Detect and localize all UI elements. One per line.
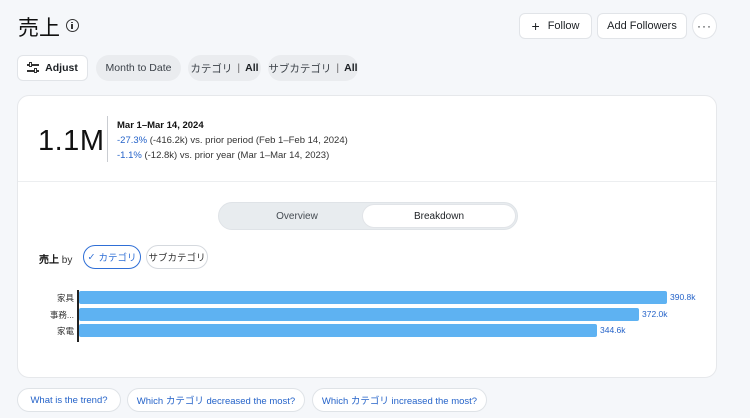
bar-mark[interactable] [79,324,597,337]
category-filter-separator: | [237,62,241,74]
card-divider [18,181,716,182]
category-filter-value: All [245,62,259,74]
kpi-prior-year: -1.1% (-12.8k) vs. prior year (Mar 1–Mar… [117,148,348,163]
page-title: 売上 [18,17,60,40]
bar-category-label: 事務... [49,310,74,320]
date-range-filter[interactable]: Month to Date [96,55,181,81]
filter-bar: Adjust Month to Date カテゴリ | All サブカテゴリ |… [0,55,750,83]
bar-value-label: 344.6k [600,325,626,335]
bar-value-label: 372.0k [642,309,668,319]
page-header: 売上 + Follow Add Followers ··· [0,0,750,52]
prior-period-pct: -27.3% [117,135,148,146]
kpi-divider [107,116,108,162]
prior-year-pct: -1.1% [117,150,142,161]
metric-card: 1.1M Mar 1–Mar 14, 2024 -27.3% (-416.2k)… [17,95,717,378]
view-toggle: Overview Breakdown [218,202,518,230]
follow-button[interactable]: + Follow [519,13,592,39]
breakdown-bar-chart: 家具 390.8k 事務... 372.0k 家電 344.6k [38,288,718,346]
breakdown-metric: 売上 [39,255,59,266]
tab-breakdown[interactable]: Breakdown [363,205,515,227]
suggestion-chip-increased[interactable]: Which カテゴリ increased the most? [312,388,487,412]
adjust-label: Adjust [45,62,78,74]
sliders-icon [27,62,40,73]
prior-period-text: (-416.2k) vs. prior period (Feb 1–Feb 14… [149,135,348,146]
add-followers-button[interactable]: Add Followers [597,13,687,39]
plus-icon: + [531,18,540,34]
dimension-category-button[interactable]: ✓ カテゴリ [83,245,141,269]
suggested-questions: What is the trend? Which カテゴリ decreased … [17,388,717,412]
suggestion-chip-trend[interactable]: What is the trend? [17,388,121,412]
category-filter-name: カテゴリ [190,62,233,75]
dimension-subcategory-button[interactable]: サブカテゴリ [146,245,208,269]
subcategory-filter-value: All [344,62,358,74]
kpi-comparison: Mar 1–Mar 14, 2024 -27.3% (-416.2k) vs. … [117,118,348,163]
check-icon: ✓ [87,251,96,263]
suggestion-chip-decreased[interactable]: Which カテゴリ decreased the most? [127,388,305,412]
bar-category-label: 家具 [56,293,74,303]
info-icon[interactable] [66,19,79,32]
bar-mark[interactable] [79,291,667,304]
follow-label: Follow [547,20,580,32]
subcategory-filter-name: サブカテゴリ [268,62,332,75]
breakdown-by-label: 売上 by [39,251,72,266]
bar-value-label: 390.8k [670,292,696,302]
more-options-icon[interactable]: ··· [692,13,717,39]
kpi-date-range: Mar 1–Mar 14, 2024 [117,120,204,131]
kpi-prior-period: -27.3% (-416.2k) vs. prior period (Feb 1… [117,133,348,148]
tab-overview[interactable]: Overview [221,205,373,227]
category-filter[interactable]: カテゴリ | All [188,55,261,81]
adjust-button[interactable]: Adjust [17,55,88,81]
subcategory-filter-separator: | [336,62,340,74]
subcategory-filter[interactable]: サブカテゴリ | All [268,55,358,81]
prior-year-text: (-12.8k) vs. prior year (Mar 1–Mar 14, 2… [144,150,330,161]
dimension-category-label: カテゴリ [98,253,137,264]
breakdown-by-word: by [61,255,73,266]
bar-category-label: 家電 [56,326,74,336]
kpi-value: 1.1M [38,125,105,157]
bar-mark[interactable] [79,308,639,321]
